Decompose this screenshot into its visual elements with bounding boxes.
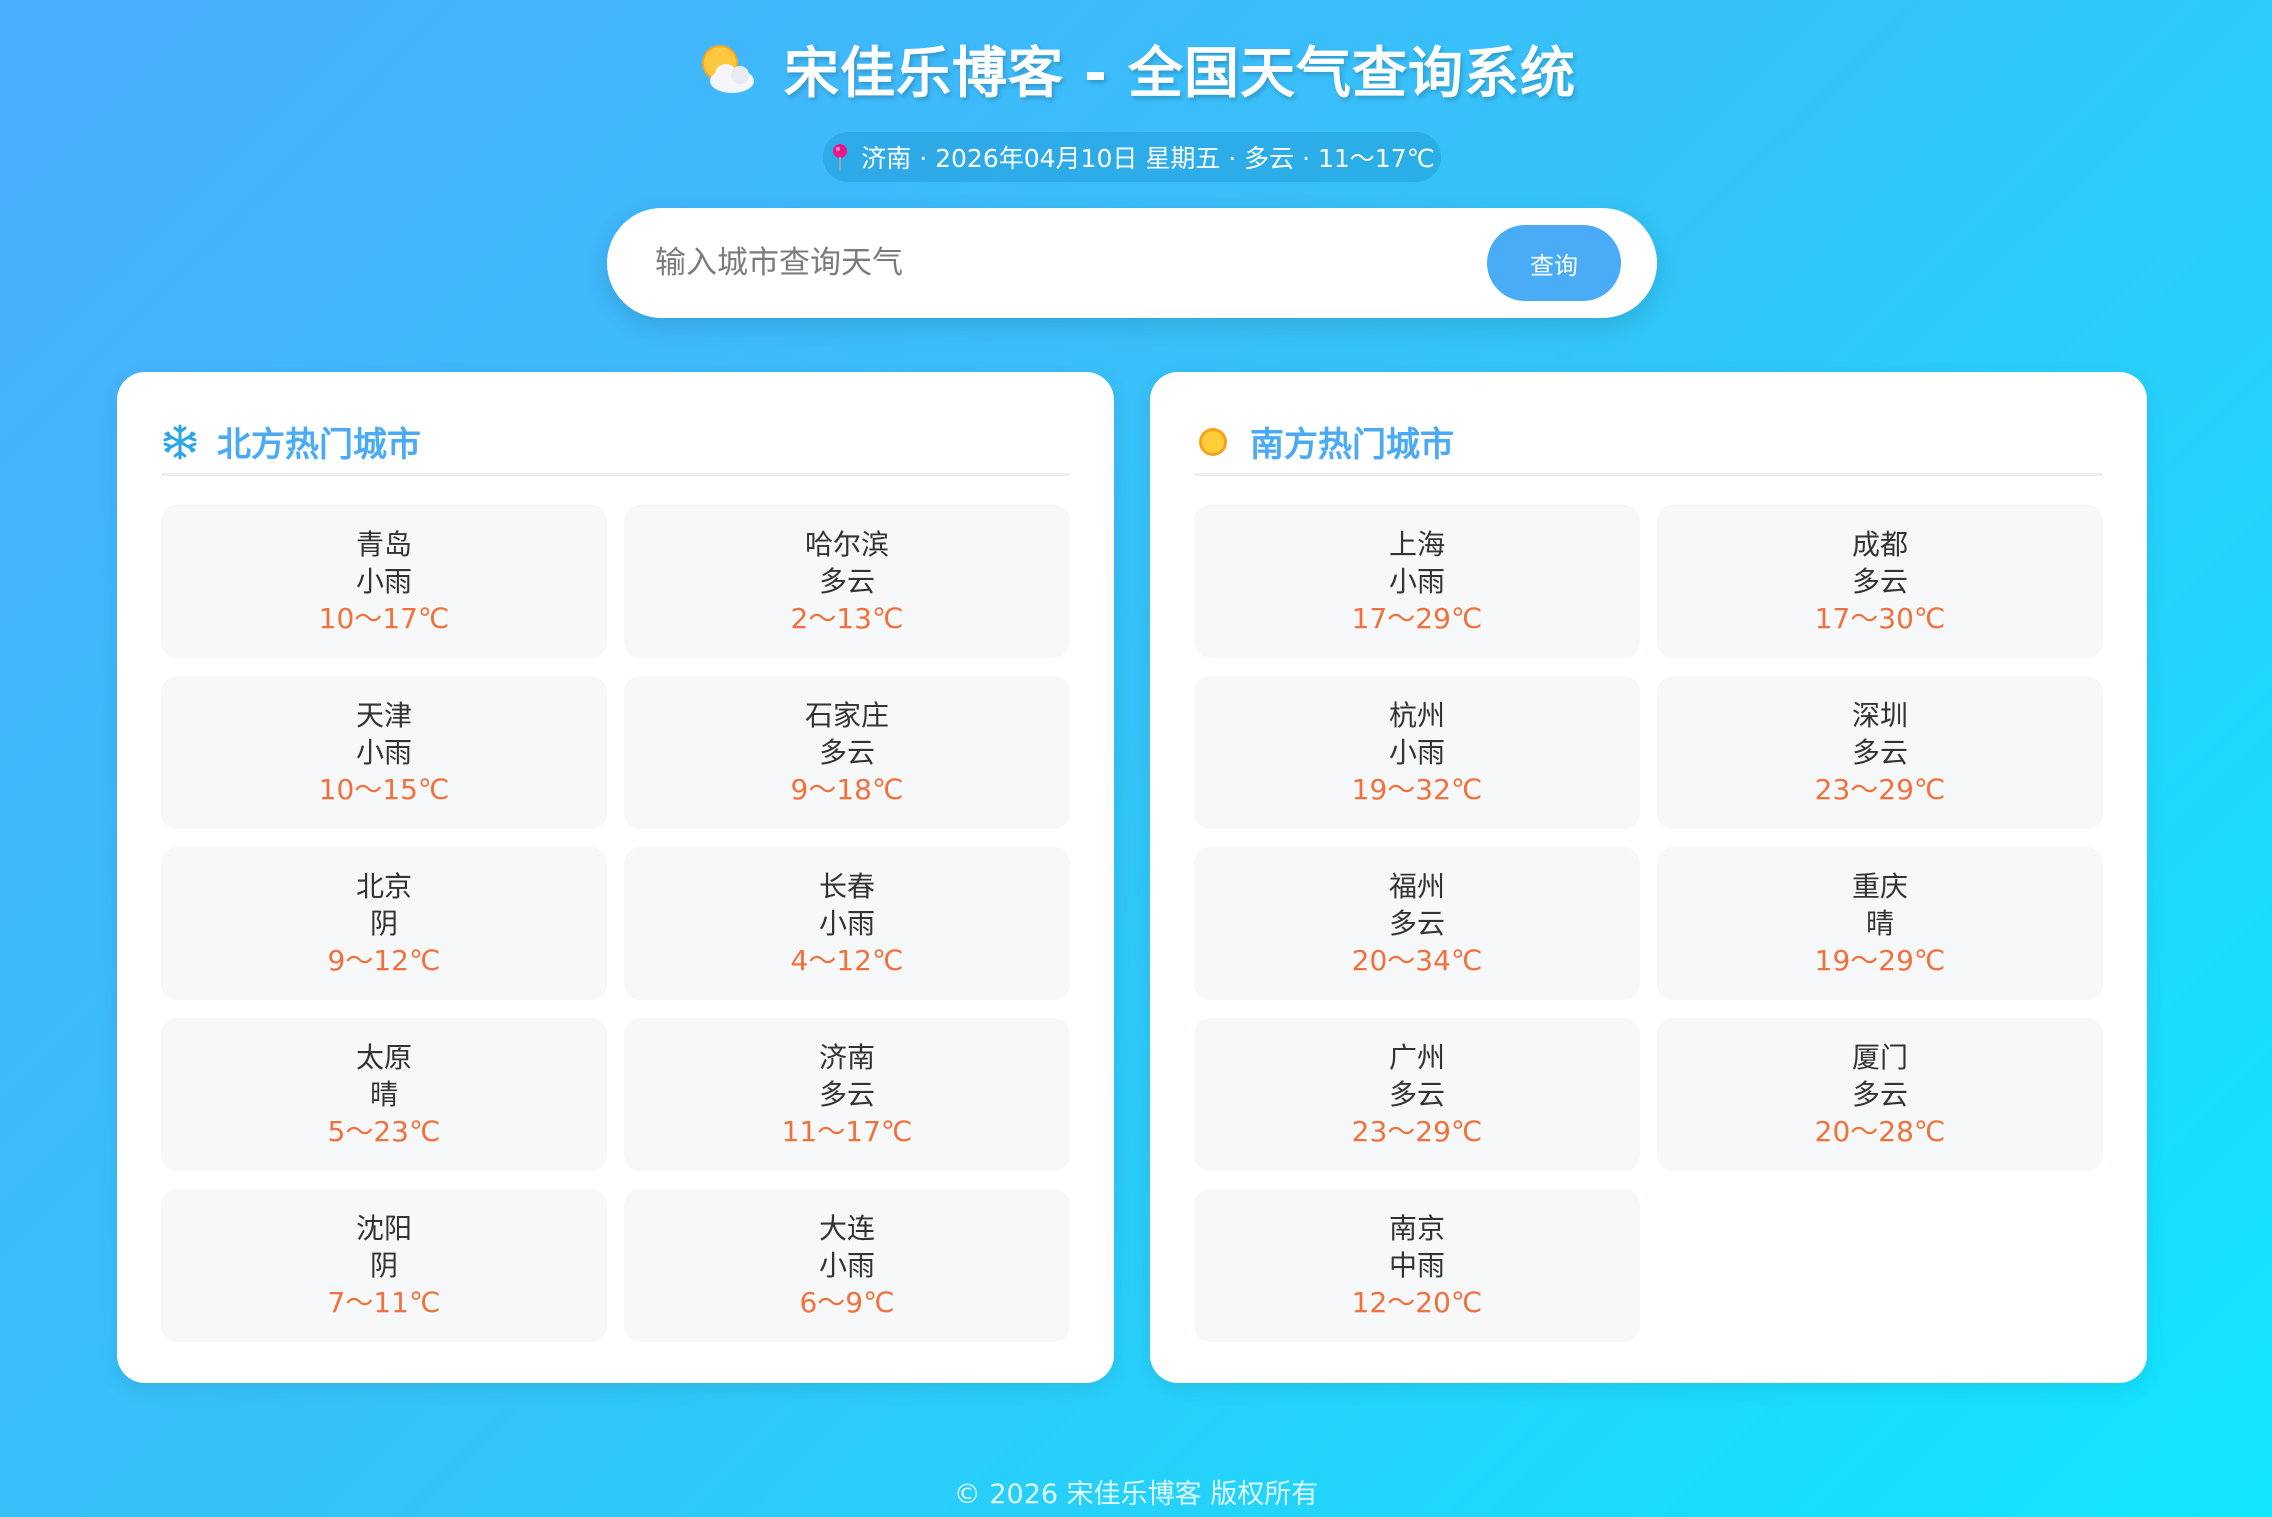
- map-pin-icon: [833, 144, 848, 170]
- temperature-range: 19～29℃: [1814, 944, 1946, 977]
- city-card-taiyuan[interactable]: 太原 晴 5～23℃: [161, 1018, 607, 1171]
- city-card-chengdu[interactable]: 成都 多云 17～30℃: [1657, 505, 2103, 658]
- weather-condition: 多云: [818, 1078, 875, 1111]
- search-button[interactable]: 查询: [1487, 225, 1621, 301]
- city-card-shenzhen[interactable]: 深圳 多云 23～29℃: [1657, 676, 2103, 829]
- city-card-qingdao[interactable]: 青岛 小雨 10～17℃: [161, 505, 607, 658]
- city-card-dalian[interactable]: 大连 小雨 6～9℃: [624, 1189, 1070, 1342]
- temperature-range: 20～34℃: [1351, 944, 1483, 977]
- south-panel-title: 南方热门城市: [1250, 425, 1454, 465]
- temperature-range: 7～11℃: [327, 1286, 441, 1319]
- city-name: 厦门: [1851, 1041, 1908, 1074]
- city-card-harbin[interactable]: 哈尔滨 多云 2～13℃: [624, 505, 1070, 658]
- city-name: 上海: [1388, 528, 1445, 561]
- weather-condition: 多云: [818, 736, 875, 769]
- city-name: 成都: [1851, 528, 1908, 561]
- city-name: 沈阳: [355, 1212, 412, 1245]
- city-name: 大连: [818, 1212, 875, 1245]
- weather-condition: 晴: [369, 1078, 398, 1111]
- weather-condition: 小雨: [818, 907, 875, 940]
- city-card-hangzhou[interactable]: 杭州 小雨 19～32℃: [1194, 676, 1640, 829]
- weather-condition: 晴: [1865, 907, 1894, 940]
- city-name: 重庆: [1851, 870, 1908, 903]
- sun-icon: [1199, 427, 1227, 456]
- current-weather-badge: 济南 · 2026年04月10日 星期五 · 多云 · 11～17℃: [823, 132, 1441, 182]
- city-card-jinan[interactable]: 济南 多云 11～17℃: [624, 1018, 1070, 1171]
- temperature-range: 9～12℃: [327, 944, 441, 977]
- city-name: 太原: [355, 1041, 412, 1074]
- temperature-range: 2～13℃: [790, 602, 904, 635]
- weather-condition: 小雨: [355, 736, 412, 769]
- north-cities-panel: 北方热门城市 青岛 小雨 10～17℃ 哈尔滨 多云 2～13℃ 天津 小雨 1…: [117, 372, 1114, 1383]
- city-name: 深圳: [1851, 699, 1908, 732]
- city-card-tianjin[interactable]: 天津 小雨 10～15℃: [161, 676, 607, 829]
- weather-condition: 多云: [1388, 1078, 1445, 1111]
- weather-condition: 小雨: [818, 1249, 875, 1282]
- temperature-range: 23～29℃: [1351, 1115, 1483, 1148]
- temperature-range: 20～28℃: [1814, 1115, 1946, 1148]
- city-name: 杭州: [1388, 699, 1445, 732]
- temperature-range: 11～17℃: [781, 1115, 913, 1148]
- temperature-range: 23～29℃: [1814, 773, 1946, 806]
- weather-condition: 多云: [818, 565, 875, 598]
- weather-condition: 多云: [1851, 736, 1908, 769]
- south-city-grid: 上海 小雨 17～29℃ 成都 多云 17～30℃ 杭州 小雨 19～32℃ 深…: [1194, 505, 2103, 1342]
- temperature-range: 6～9℃: [799, 1286, 895, 1319]
- north-city-grid: 青岛 小雨 10～17℃ 哈尔滨 多云 2～13℃ 天津 小雨 10～15℃ 石…: [161, 505, 1070, 1342]
- north-panel-title: 北方热门城市: [217, 425, 421, 465]
- city-card-shenyang[interactable]: 沈阳 阴 7～11℃: [161, 1189, 607, 1342]
- snowflake-icon: [163, 424, 197, 459]
- south-panel-header: 南方热门城市: [1194, 418, 2103, 476]
- search-bar: 查询: [607, 208, 1657, 318]
- weather-condition: 多云: [1851, 1078, 1908, 1111]
- weather-condition: 多云: [1388, 907, 1445, 940]
- weather-condition: 多云: [1851, 565, 1908, 598]
- temperature-range: 17～29℃: [1351, 602, 1483, 635]
- city-card-guangzhou[interactable]: 广州 多云 23～29℃: [1194, 1018, 1640, 1171]
- city-search-input[interactable]: [647, 233, 1467, 293]
- sun-behind-cloud-icon: [701, 45, 754, 93]
- city-card-beijing[interactable]: 北京 阴 9～12℃: [161, 847, 607, 1000]
- temperature-range: 5～23℃: [327, 1115, 441, 1148]
- city-name: 济南: [818, 1041, 875, 1074]
- temperature-range: 17～30℃: [1814, 602, 1946, 635]
- current-weather-text: 济南 · 2026年04月10日 星期五 · 多云 · 11～17℃: [861, 144, 1435, 173]
- city-name: 石家庄: [804, 699, 889, 732]
- city-name: 广州: [1388, 1041, 1445, 1074]
- temperature-range: 9～18℃: [790, 773, 904, 806]
- city-name: 北京: [355, 870, 412, 903]
- weather-condition: 小雨: [355, 565, 412, 598]
- temperature-range: 10～15℃: [318, 773, 450, 806]
- city-card-nanjing[interactable]: 南京 中雨 12～20℃: [1194, 1189, 1640, 1342]
- city-card-fuzhou[interactable]: 福州 多云 20～34℃: [1194, 847, 1640, 1000]
- page-title: 宋佳乐博客 - 全国天气查询系统: [783, 41, 1577, 105]
- south-cities-panel: 南方热门城市 上海 小雨 17～29℃ 成都 多云 17～30℃ 杭州 小雨 1…: [1150, 372, 2147, 1383]
- city-card-chongqing[interactable]: 重庆 晴 19～29℃: [1657, 847, 2103, 1000]
- page-header: 宋佳乐博客 - 全国天气查询系统: [0, 28, 2272, 108]
- temperature-range: 12～20℃: [1351, 1286, 1483, 1319]
- temperature-range: 4～12℃: [790, 944, 904, 977]
- weather-condition: 中雨: [1388, 1249, 1445, 1282]
- weather-condition: 阴: [369, 1249, 398, 1282]
- city-card-shanghai[interactable]: 上海 小雨 17～29℃: [1194, 505, 1640, 658]
- weather-condition: 阴: [369, 907, 398, 940]
- city-name: 天津: [355, 699, 412, 732]
- city-card-shijiazhuang[interactable]: 石家庄 多云 9～18℃: [624, 676, 1070, 829]
- temperature-range: 10～17℃: [318, 602, 450, 635]
- city-name: 福州: [1388, 870, 1445, 903]
- city-card-xiamen[interactable]: 厦门 多云 20～28℃: [1657, 1018, 2103, 1171]
- weather-condition: 小雨: [1388, 565, 1445, 598]
- copyright-footer: © 2026 宋佳乐博客 版权所有: [953, 1479, 1319, 1510]
- city-name: 青岛: [355, 528, 412, 561]
- city-name: 哈尔滨: [804, 528, 889, 561]
- north-panel-header: 北方热门城市: [161, 418, 1070, 476]
- city-name: 南京: [1388, 1212, 1445, 1245]
- weather-condition: 小雨: [1388, 736, 1445, 769]
- city-card-changchun[interactable]: 长春 小雨 4～12℃: [624, 847, 1070, 1000]
- city-name: 长春: [818, 870, 875, 903]
- temperature-range: 19～32℃: [1351, 773, 1483, 806]
